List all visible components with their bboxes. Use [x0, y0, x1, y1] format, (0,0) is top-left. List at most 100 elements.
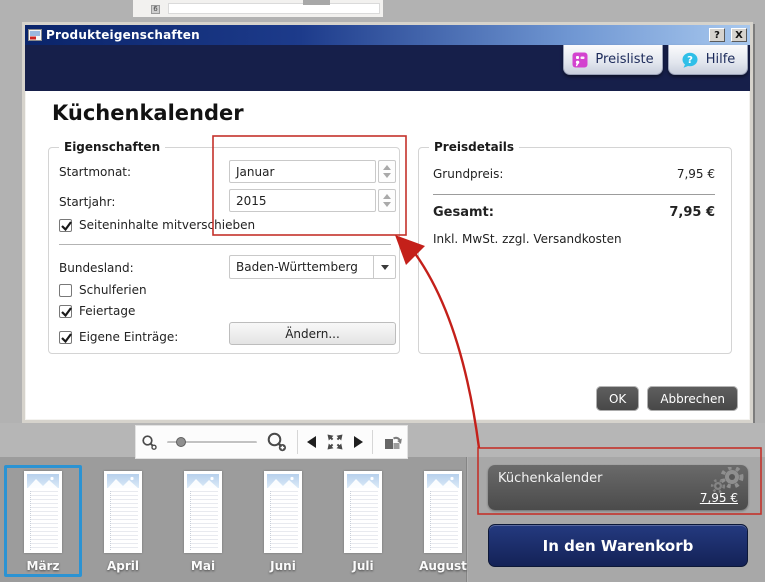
dialog-header-band: Preisliste ? Hilfe [25, 45, 750, 91]
thumbnail-mai[interactable]: Mai [164, 465, 242, 577]
calendar-lines [270, 491, 298, 550]
preisliste-button[interactable]: Preisliste [563, 45, 663, 75]
thumbnail-label: Juli [352, 559, 374, 573]
properties-group: Eigenschaften Startmonat: Januar Startja… [48, 140, 400, 354]
hilfe-label: Hilfe [705, 52, 736, 67]
divider [433, 194, 715, 195]
seiteninhalte-label: Seiteninhalte mitverschieben [79, 218, 256, 232]
product-properties-dialog: Produkteigenschaften ? X Preisliste ? Hi… [22, 22, 753, 423]
grundpreis-label: Grundpreis: [433, 167, 504, 181]
calendar-page-preview [104, 471, 142, 553]
calendar-lines [190, 491, 218, 550]
dialog-title: Produkteigenschaften [46, 28, 200, 42]
thumbnail-august[interactable]: August [404, 465, 482, 577]
thumbnail-label: Mai [190, 559, 216, 573]
feiertage-label: Feiertage [79, 304, 136, 318]
photo-placeholder-icon [107, 474, 139, 488]
price-list-icon [572, 52, 588, 67]
thumbnail-juni[interactable]: Juni [244, 465, 322, 577]
thumbnail-april[interactable]: April [84, 465, 162, 577]
dialog-footer-buttons: OK Abbrechen [595, 386, 738, 411]
calendar-page-preview [184, 471, 222, 553]
screen: 6 Produkteigenschaften ? X Preisliste ? … [0, 0, 765, 582]
photo-placeholder-icon [427, 474, 459, 488]
startjahr-label: Startjahr: [59, 195, 116, 209]
divider [371, 430, 373, 454]
eigene-eintraege-checkbox[interactable] [59, 330, 72, 344]
photo-placeholder-icon [267, 474, 299, 488]
chevron-down-icon[interactable] [373, 256, 395, 278]
rotate-page-icon[interactable] [382, 432, 403, 452]
thumbnail-label: Juni [270, 559, 296, 573]
spin-up-icon[interactable] [383, 164, 391, 170]
feiertage-checkbox[interactable] [59, 304, 72, 318]
zoom-out-icon[interactable] [141, 434, 158, 451]
eigene-eintraege-row[interactable]: Eigene Einträge: [59, 330, 178, 344]
calendar-lines [30, 491, 58, 550]
spin-down-icon[interactable] [383, 202, 391, 208]
grundpreis-value: 7,95 € [676, 167, 715, 181]
tax-note: Inkl. MwSt. zzgl. Versandkosten [433, 232, 622, 246]
seiteninhalte-row[interactable]: Seiteninhalte mitverschieben [59, 218, 255, 232]
window-close-button[interactable]: X [731, 28, 747, 42]
divider [59, 244, 391, 245]
feiertage-row[interactable]: Feiertage [59, 304, 135, 318]
thumbnail-maerz[interactable]: März [4, 465, 82, 577]
schulferien-checkbox[interactable] [59, 283, 72, 297]
background-app-row [168, 3, 380, 14]
eigene-eintraege-label: Eigene Einträge: [79, 330, 179, 344]
help-bubble-icon: ? [682, 52, 698, 68]
startmonat-input[interactable]: Januar [229, 160, 376, 183]
bundesland-select[interactable]: Baden-Württemberg [229, 255, 396, 279]
calendar-page-preview [24, 471, 62, 553]
schulferien-row[interactable]: Schulferien [59, 283, 147, 297]
product-title: Küchenkalender [52, 101, 244, 125]
check-icon [61, 332, 72, 343]
fit-to-window-icon[interactable] [325, 432, 345, 452]
calendar-page-preview [424, 471, 462, 553]
window-help-button[interactable]: ? [709, 28, 725, 42]
photo-placeholder-icon [187, 474, 219, 488]
ok-button[interactable]: OK [595, 386, 640, 411]
cart-product-name: Küchenkalender [498, 471, 603, 486]
properties-legend: Eigenschaften [59, 140, 166, 154]
dialog-titlebar[interactable]: Produkteigenschaften ? X [25, 25, 750, 45]
calendar-lines [110, 491, 138, 550]
gesamt-value: 7,95 € [669, 205, 715, 220]
bundesland-label: Bundesland: [59, 261, 134, 275]
startjahr-spinner[interactable] [378, 189, 396, 212]
seiteninhalte-checkbox[interactable] [59, 218, 72, 232]
spin-down-icon[interactable] [383, 173, 391, 179]
calendar-lines [350, 491, 378, 550]
preview-toolbar [135, 425, 408, 459]
thumbnail-juli[interactable]: Juli [324, 465, 402, 577]
startmonat-label: Startmonat: [59, 165, 132, 179]
previous-page-icon[interactable] [306, 436, 316, 448]
cart-product-price[interactable]: 7,95 € [700, 491, 738, 505]
photo-placeholder-icon [27, 474, 59, 488]
hilfe-button[interactable]: ? Hilfe [668, 45, 748, 75]
startmonat-spinner[interactable] [378, 160, 396, 183]
cancel-button[interactable]: Abbrechen [647, 386, 738, 411]
svg-text:?: ? [687, 55, 693, 66]
aendern-button[interactable]: Ändern... [229, 322, 396, 345]
startjahr-input[interactable]: 2015 [229, 189, 376, 212]
preisliste-label: Preisliste [595, 52, 654, 67]
schulferien-label: Schulferien [79, 283, 147, 297]
check-icon [61, 306, 72, 317]
gesamt-label: Gesamt: [433, 205, 494, 220]
price-details-group: Preisdetails Grundpreis: 7,95 € Gesamt: … [418, 140, 732, 354]
app-icon [28, 29, 42, 41]
photo-placeholder-icon [347, 474, 379, 488]
zoom-in-icon[interactable] [266, 431, 288, 453]
cart-product-item[interactable]: Küchenkalender 7,95 € [488, 465, 748, 510]
price-legend: Preisdetails [429, 140, 520, 154]
add-to-cart-button[interactable]: In den Warenkorb [488, 524, 748, 567]
calendar-page-preview [264, 471, 302, 553]
next-page-icon[interactable] [353, 436, 363, 448]
spin-up-icon[interactable] [383, 193, 391, 199]
divider [296, 430, 298, 454]
zoom-slider-handle[interactable] [175, 437, 186, 447]
zoom-slider[interactable] [166, 436, 257, 448]
bundesland-value: Baden-Württemberg [236, 260, 358, 274]
